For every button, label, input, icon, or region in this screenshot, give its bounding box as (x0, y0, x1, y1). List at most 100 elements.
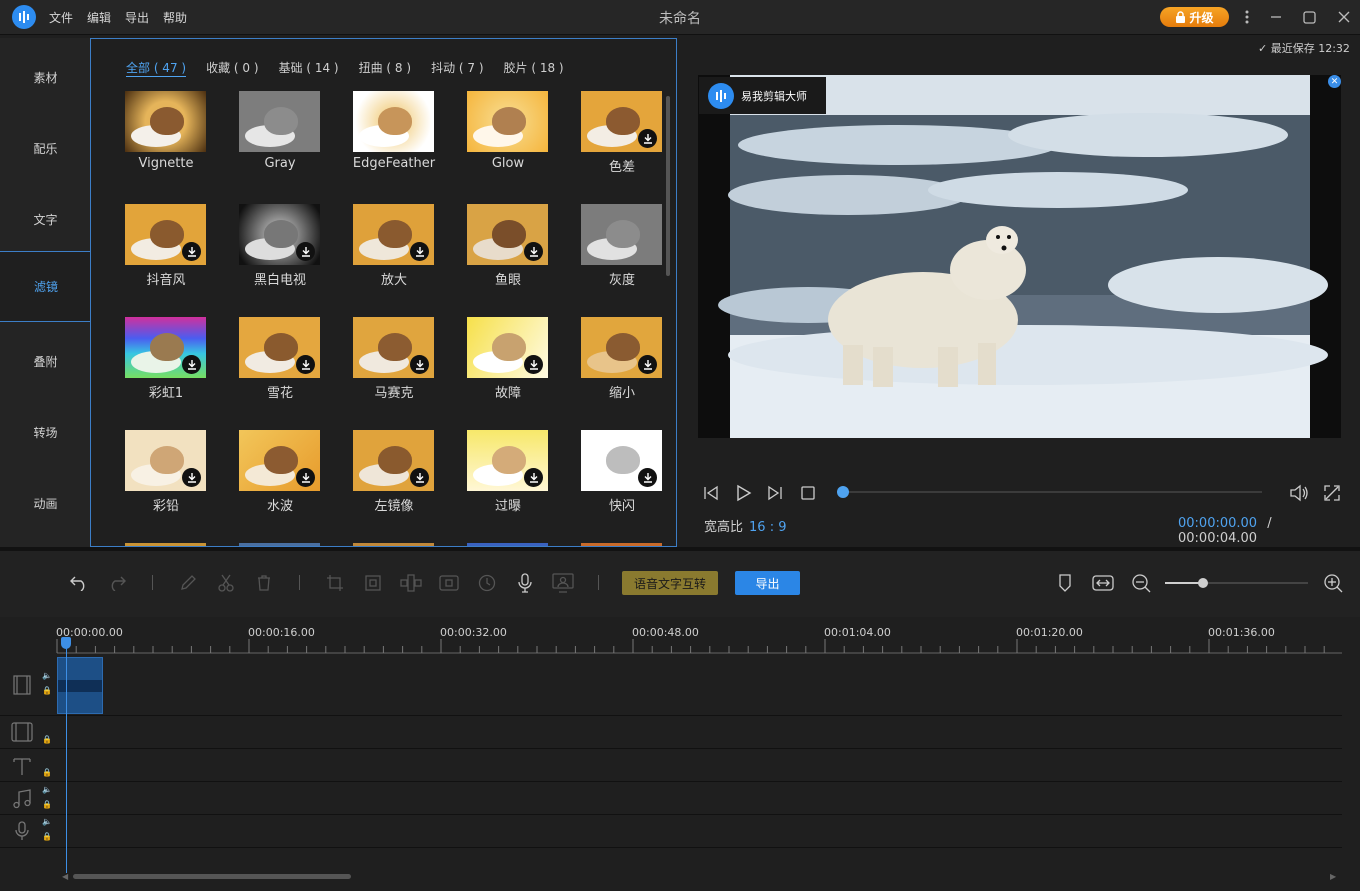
filter-item[interactable]: 放大 (353, 204, 435, 294)
nav-media[interactable]: 素材 (0, 42, 91, 113)
timeline-scrollbar[interactable] (73, 874, 351, 879)
filter-item[interactable]: 色差 (581, 91, 663, 181)
download-icon[interactable] (638, 355, 657, 374)
track-lock-icon[interactable]: 🔒 (42, 686, 52, 695)
tab-shake[interactable]: 抖动 ( 7 ) (431, 59, 483, 77)
video-track-icon (11, 674, 33, 696)
track-lock-icon[interactable]: 🔒 (42, 800, 52, 809)
prev-frame-icon[interactable] (701, 483, 721, 503)
filter-item[interactable]: 快闪 (581, 430, 663, 520)
screen-record-icon[interactable] (552, 572, 574, 594)
seek-handle[interactable] (837, 486, 849, 498)
more-options-icon[interactable] (1237, 7, 1257, 27)
tab-film[interactable]: 胶片 ( 18 ) (504, 59, 564, 77)
thumbnail-kitten (150, 333, 184, 361)
tab-distort[interactable]: 扭曲 ( 8 ) (359, 59, 411, 77)
close-ad-icon[interactable]: ✕ (1328, 75, 1341, 88)
zoom-out-icon[interactable] (1130, 572, 1152, 594)
filter-item[interactable]: 灰度 (581, 204, 663, 294)
close-icon[interactable] (1334, 7, 1354, 27)
filter-item[interactable]: 左镜像 (353, 430, 435, 520)
nav-music[interactable]: 配乐 (0, 113, 91, 184)
filter-item[interactable]: EdgeFeather (353, 91, 435, 181)
download-icon[interactable] (182, 468, 201, 487)
cut-icon[interactable] (215, 572, 237, 594)
filter-item[interactable]: 彩铅 (125, 430, 207, 520)
duration-icon[interactable] (476, 572, 498, 594)
crop-icon[interactable] (324, 572, 346, 594)
track-lock-icon[interactable]: 🔒 (42, 832, 52, 841)
filter-item[interactable]: 水波 (239, 430, 321, 520)
mosaic-icon[interactable] (400, 572, 422, 594)
filter-scrollbar[interactable] (666, 96, 670, 276)
download-icon[interactable] (410, 242, 429, 261)
edit-pencil-icon[interactable] (177, 572, 199, 594)
filter-item[interactable]: 鱼眼 (467, 204, 549, 294)
playhead-handle[interactable] (61, 637, 71, 649)
filter-item[interactable]: 黑白电视 (239, 204, 321, 294)
filter-thumbnail (353, 204, 434, 265)
download-icon[interactable] (524, 468, 543, 487)
aspect-ratio[interactable]: 宽高比 16 : 9 (704, 516, 786, 535)
nav-filters[interactable]: 滤镜 (0, 251, 92, 322)
download-icon[interactable] (638, 468, 657, 487)
tab-basic[interactable]: 基础 ( 14 ) (279, 59, 339, 77)
track-lock-icon[interactable]: 🔒 (42, 768, 52, 777)
upgrade-button[interactable]: 升级 (1160, 7, 1229, 27)
download-icon[interactable] (296, 468, 315, 487)
export-button[interactable]: 导出 (735, 571, 800, 595)
microphone-icon[interactable] (514, 572, 536, 594)
nav-overlay[interactable]: 叠附 (0, 326, 91, 397)
download-icon[interactable] (182, 355, 201, 374)
filter-item[interactable]: Gray (239, 91, 321, 181)
freeze-frame-icon[interactable] (438, 572, 460, 594)
filter-item[interactable]: Vignette (125, 91, 207, 181)
filter-item[interactable]: 故障 (467, 317, 549, 407)
minimize-icon[interactable] (1266, 7, 1286, 27)
scroll-left-icon[interactable]: ◀ (62, 872, 68, 881)
tab-favorites[interactable]: 收藏 ( 0 ) (206, 59, 258, 77)
play-icon[interactable] (733, 483, 753, 503)
ad-badge[interactable]: 易我剪辑大师 (699, 77, 826, 114)
download-icon[interactable] (410, 468, 429, 487)
stop-icon[interactable] (798, 483, 818, 503)
track-volume-icon[interactable]: 🔈 (42, 817, 52, 826)
download-icon[interactable] (296, 242, 315, 261)
zoom-slider-handle[interactable] (1198, 578, 1208, 588)
next-frame-icon[interactable] (765, 483, 785, 503)
seek-bar[interactable] (842, 491, 1262, 493)
fit-timeline-icon[interactable] (1092, 572, 1114, 594)
tab-all[interactable]: 全部 ( 47 ) (126, 59, 187, 77)
track-lock-icon[interactable]: 🔒 (42, 735, 52, 744)
playhead[interactable] (66, 638, 67, 873)
track-volume-icon[interactable]: 🔈 (42, 671, 52, 680)
resize-icon[interactable] (362, 572, 384, 594)
download-icon[interactable] (638, 129, 657, 148)
marker-icon[interactable] (1054, 572, 1076, 594)
filter-item[interactable]: 缩小 (581, 317, 663, 407)
download-icon[interactable] (524, 355, 543, 374)
volume-icon[interactable] (1289, 483, 1309, 503)
redo-icon[interactable] (106, 572, 128, 594)
filter-item[interactable]: 马赛克 (353, 317, 435, 407)
speech-text-button[interactable]: 语音文字互转 (622, 571, 718, 595)
filter-item[interactable]: 雪花 (239, 317, 321, 407)
maximize-icon[interactable] (1299, 7, 1319, 27)
nav-animation[interactable]: 动画 (0, 468, 91, 539)
filter-item[interactable]: Glow (467, 91, 549, 181)
filter-item[interactable]: 抖音风 (125, 204, 207, 294)
filter-item[interactable]: 过曝 (467, 430, 549, 520)
download-icon[interactable] (296, 355, 315, 374)
scroll-right-icon[interactable]: ▶ (1330, 872, 1336, 881)
download-icon[interactable] (182, 242, 201, 261)
nav-text[interactable]: 文字 (0, 184, 91, 255)
nav-transitions[interactable]: 转场 (0, 397, 91, 468)
filter-item[interactable]: 彩虹1 (125, 317, 207, 407)
fullscreen-icon[interactable] (1322, 483, 1342, 503)
download-icon[interactable] (410, 355, 429, 374)
undo-icon[interactable] (68, 572, 90, 594)
track-volume-icon[interactable]: 🔈 (42, 785, 52, 794)
zoom-in-icon[interactable] (1322, 572, 1344, 594)
download-icon[interactable] (524, 242, 543, 261)
delete-icon[interactable] (253, 572, 275, 594)
